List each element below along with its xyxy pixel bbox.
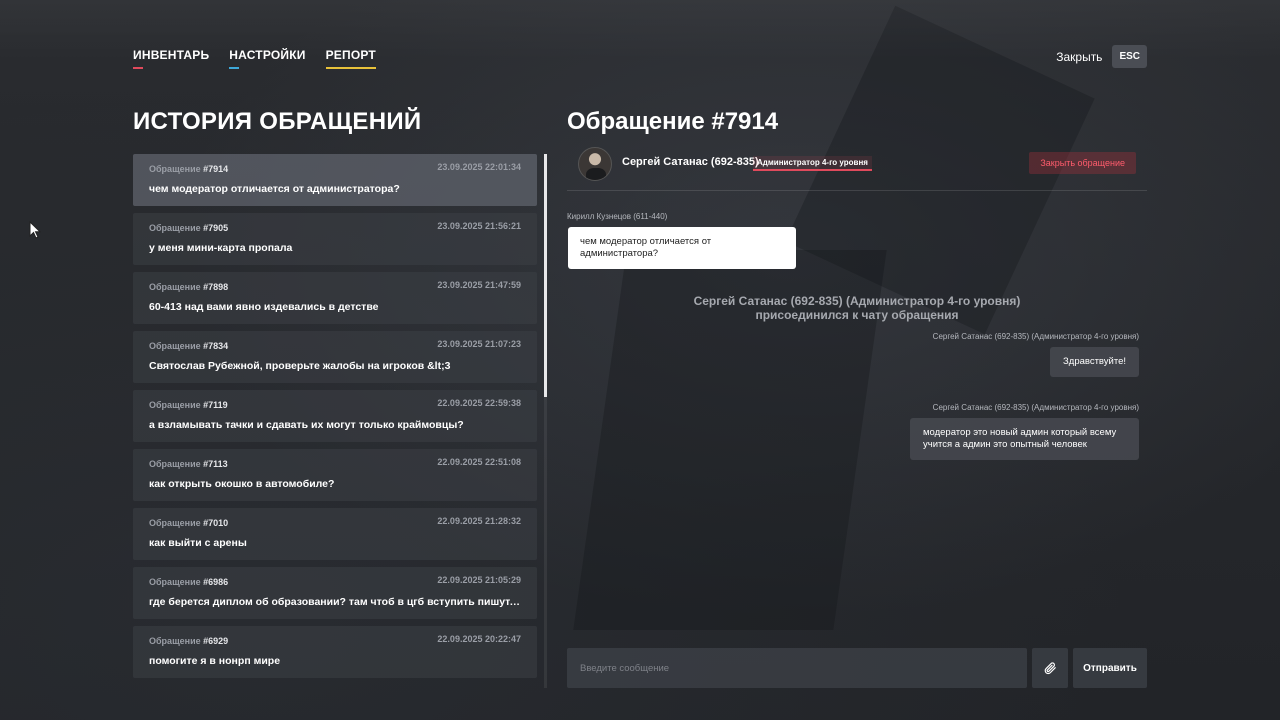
ticket-item[interactable]: Обращение #7905 23.09.2025 21:56:21 у ме… [133,213,537,265]
ticket-date: 22.09.2025 22:59:38 [437,398,521,408]
esc-key-badge[interactable]: ESC [1112,45,1147,68]
ticket-date: 22.09.2025 21:28:32 [437,516,521,526]
ticket-text: как выйти с арены [149,537,247,549]
tab-underline [325,67,376,69]
ticket-text: где берется диплом об образовании? там ч… [149,596,521,608]
tab-settings-label: НАСТРОЙКИ [229,48,306,62]
tab-underline [133,67,143,69]
ticket-number: #7113 [203,459,228,469]
message-input-wrap [567,648,1027,688]
ticket-date: 22.09.2025 22:51:08 [437,457,521,467]
system-message-line: присоединился к чату обращения [755,308,959,322]
tab-settings[interactable]: НАСТРОЙКИ [229,48,305,69]
ticket-text: 60-413 над вами явно издевались в детств… [149,301,379,313]
ticket-list[interactable]: Обращение #7914 23.09.2025 22:01:34 чем … [133,154,537,688]
ticket-item[interactable]: Обращение #7914 23.09.2025 22:01:34 чем … [133,154,537,206]
tab-inventory-label: ИНВЕНТАРЬ [133,48,210,62]
ticket-number: #7898 [203,282,229,292]
ticket-text: Святослав Рубежной, проверьте жалобы на … [149,360,451,372]
send-button[interactable]: Отправить [1073,648,1147,688]
ticket-item[interactable]: Обращение #6986 22.09.2025 21:05:29 где … [133,567,537,619]
ticket-text: чем модератор отличается от администрато… [149,183,400,195]
ticket-text: как открыть окошко в автомобиле? [149,478,335,490]
message-author: Кирилл Кузнецов (611-440) [567,212,668,221]
close-label: Закрыть [1056,49,1103,64]
tab-report-label: РЕПОРТ [325,48,376,62]
message-author: Сергей Сатанас (692-835) (Администратор … [932,332,1139,341]
ticket-item[interactable]: Обращение #7898 23.09.2025 21:47:59 60-4… [133,272,537,324]
ticket-item[interactable]: Обращение #6929 22.09.2025 20:22:47 помо… [133,626,537,678]
ticket-text: помогите я в нонрп мире [149,655,281,667]
ticket-number: #7010 [203,518,229,528]
ticket-text: а взламывать тачки и сдавать их могут то… [149,419,464,431]
ticket-date: 23.09.2025 21:56:21 [437,221,521,231]
role-badge: Администратор 4-го уровня [753,156,872,171]
ticket-item[interactable]: Обращение #7834 23.09.2025 21:07:23 Свят… [133,331,537,383]
ticket-item[interactable]: Обращение #7010 22.09.2025 21:28:32 как … [133,508,537,560]
admin-name: Сергей Сатанас (692-835) [622,156,759,168]
tab-inventory[interactable]: ИНВЕНТАРЬ [133,48,209,69]
ticket-date: 22.09.2025 20:22:47 [437,634,521,644]
admin-message-bubble: модератор это новый админ который всему … [910,418,1139,460]
system-message: Сергей Сатанас (692-835) (Администратор … [567,294,1147,322]
tab-underline [229,67,240,69]
ticket-number: #7905 [203,223,229,233]
ticket-number: #6929 [203,636,229,646]
ticket-number: #7834 [203,341,229,351]
paperclip-icon [1044,662,1056,675]
message-author: Сергей Сатанас (692-835) (Администратор … [932,403,1139,412]
top-nav: ИНВЕНТАРЬ НАСТРОЙКИ РЕПОРТ [133,48,376,69]
user-message-bubble: чем модератор отличается от администрато… [568,227,796,269]
system-message-line: Сергей Сатанас (692-835) (Администратор … [693,294,1021,308]
ticket-date: 23.09.2025 21:07:23 [437,339,521,349]
ticket-list-scrollbar[interactable] [544,154,547,688]
history-title: ИСТОРИЯ ОБРАЩЕНИЙ [133,108,422,135]
tab-report[interactable]: РЕПОРТ [325,48,376,69]
ticket-text: у меня мини-карта пропала [149,242,293,254]
ticket-date: 23.09.2025 21:47:59 [437,280,521,290]
scrollbar-thumb[interactable] [544,154,547,397]
attach-button[interactable] [1032,648,1068,688]
close-request-button[interactable]: Закрыть обращение [1029,152,1136,174]
ticket-date: 23.09.2025 22:01:34 [437,162,521,172]
request-header: Сергей Сатанас (692-835) Администратор 4… [567,143,1147,191]
admin-message-bubble: Здравствуйте! [1050,347,1139,377]
request-title: Обращение #7914 [567,108,779,135]
message-input[interactable] [567,648,1027,688]
close-menu[interactable]: Закрыть ESC [1056,45,1147,68]
ticket-number: #7119 [203,400,228,410]
ticket-number: #7914 [203,164,229,174]
avatar [578,147,612,181]
ticket-number: #6986 [203,577,229,587]
mouse-cursor-icon [29,221,41,239]
ticket-item[interactable]: Обращение #7119 22.09.2025 22:59:38 а вз… [133,390,537,442]
ticket-item[interactable]: Обращение #7113 22.09.2025 22:51:08 как … [133,449,537,501]
ticket-date: 22.09.2025 21:05:29 [437,575,521,585]
